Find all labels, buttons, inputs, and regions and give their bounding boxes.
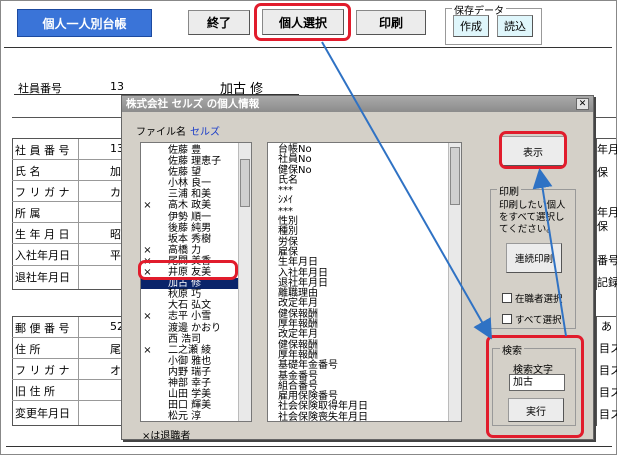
arrow-to-show	[532, 168, 567, 337]
arrow-to-search	[321, 41, 492, 340]
annotation-arrows	[321, 41, 567, 340]
